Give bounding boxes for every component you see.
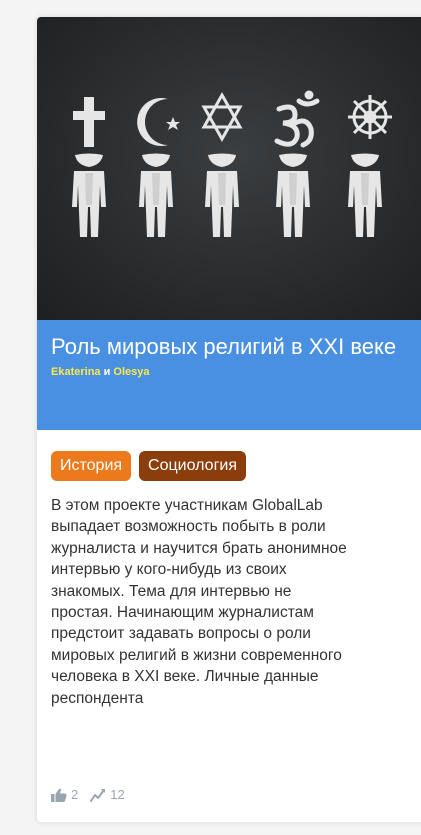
tag-list: История Социология [51, 451, 421, 481]
person-figure [276, 153, 310, 237]
stats-bar: 2 12 [51, 787, 125, 802]
activity-graph-icon [90, 788, 106, 802]
cover-image[interactable] [37, 17, 421, 320]
authors-line: Ekaterina и Olesya [51, 366, 421, 378]
person-figure [72, 153, 106, 237]
likes-count: 2 [71, 787, 79, 802]
project-description: В этом проекте участникам GlobalLab выпа… [51, 497, 347, 707]
project-card[interactable]: Роль мировых религий в XXI веке Ekaterin… [37, 17, 421, 822]
tag-history[interactable]: История [51, 451, 132, 481]
project-title[interactable]: Роль мировых религий в XXI веке [51, 334, 421, 360]
religion-figures-illustration [72, 90, 392, 237]
dharma-wheel-icon [348, 95, 392, 139]
author-link[interactable]: Ekaterina [51, 366, 101, 378]
om-icon [274, 90, 320, 148]
thumbs-up-icon [51, 788, 67, 802]
author-link[interactable]: Olesya [113, 366, 149, 378]
star-of-david-icon [201, 91, 243, 143]
person-figure [205, 153, 239, 237]
person-figure [348, 153, 382, 237]
crescent-star-icon [137, 98, 180, 146]
person-figure [139, 153, 173, 237]
card-body: История Социология В этом проекте участн… [37, 430, 421, 709]
views-stat[interactable]: 12 [90, 787, 125, 802]
cross-icon [73, 97, 105, 147]
views-count: 12 [110, 787, 125, 802]
likes-stat[interactable]: 2 [51, 787, 78, 802]
tag-sociology[interactable]: Социология [139, 451, 246, 481]
title-band: Роль мировых религий в XXI веке Ekaterin… [37, 320, 421, 430]
authors-conjunction: и [103, 366, 111, 378]
